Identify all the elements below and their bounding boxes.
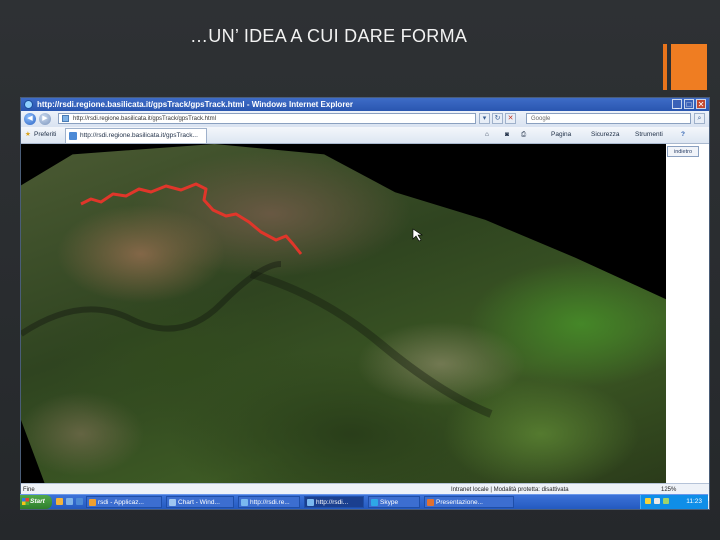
- map-overlay: [21, 182, 493, 418]
- refresh-icon[interactable]: ↻: [492, 113, 503, 124]
- taskbar-item-icon: [89, 499, 96, 506]
- accent-bar: [663, 44, 667, 90]
- tray-icon-1[interactable]: [645, 498, 651, 504]
- safety-menu[interactable]: Sicurezza: [591, 127, 620, 143]
- url-input[interactable]: http://rsdi.regione.basilicata.it/gpsTra…: [58, 113, 476, 124]
- stop-icon[interactable]: ✕: [505, 113, 516, 124]
- search-input[interactable]: Google: [526, 113, 691, 124]
- gps-track: [80, 182, 303, 255]
- search-placeholder: Google: [531, 116, 551, 122]
- taskbar-item-icon: [371, 499, 378, 506]
- windows-logo-icon: [22, 498, 29, 505]
- url-text: http://rsdi.regione.basilicata.it/gpsTra…: [73, 116, 216, 122]
- system-tray: 11:23: [640, 495, 708, 509]
- start-label: Start: [30, 498, 45, 505]
- taskbar-item-label: Chart - Wind...: [178, 499, 220, 506]
- quick-launch-folder-icon[interactable]: [56, 498, 63, 505]
- taskbar-item-icon: [169, 499, 176, 506]
- page-menu[interactable]: Pagina: [551, 127, 571, 143]
- ie-icon: [24, 100, 33, 109]
- tab-label: http://rsdi.regione.basilicata.it/gpsTra…: [80, 132, 198, 139]
- dropdown-icon[interactable]: ▾: [479, 113, 490, 124]
- back-button[interactable]: ◀: [24, 113, 36, 125]
- taskbar-item[interactable]: Chart - Wind...: [166, 496, 234, 508]
- page-icon: [62, 115, 69, 122]
- home-icon[interactable]: ⌂: [485, 127, 489, 143]
- taskbar-item[interactable]: http://rsdi.re...: [238, 496, 300, 508]
- star-icon[interactable]: ★: [25, 127, 31, 143]
- help-icon[interactable]: ?: [681, 127, 685, 143]
- page-content: indietro: [21, 144, 709, 501]
- taskbar-item-label: http://rsdi...: [316, 499, 349, 506]
- taskbar-item-label: rsdi - Applicaz...: [98, 499, 144, 506]
- tray-icon-2[interactable]: [654, 498, 660, 504]
- taskbar-item[interactable]: Presentazione...: [424, 496, 514, 508]
- taskbar: Start rsdi - Applicaz... Chart - Wind... h…: [20, 494, 708, 509]
- feeds-icon[interactable]: ◙: [505, 127, 509, 143]
- tray-icon-3[interactable]: [663, 498, 669, 504]
- mouse-cursor-icon: [412, 228, 423, 242]
- taskbar-item-label: http://rsdi.re...: [250, 499, 290, 506]
- forward-button[interactable]: ▶: [39, 113, 51, 125]
- tab-page-icon: [69, 132, 77, 140]
- slide-title: …UN’ IDEA A CUI DARE FORMA: [190, 26, 468, 46]
- taskbar-item-icon: [427, 499, 434, 506]
- river-valley: [249, 270, 493, 418]
- taskbar-item-label: Presentazione...: [436, 499, 483, 506]
- address-bar: ◀ ▶ http://rsdi.regione.basilicata.it/gp…: [21, 111, 709, 128]
- clock: 11:23: [686, 498, 702, 505]
- favorites-button[interactable]: Preferiti: [34, 127, 56, 143]
- tab-active[interactable]: http://rsdi.regione.basilicata.it/gpsTra…: [65, 128, 207, 143]
- back-side-button[interactable]: indietro: [667, 146, 699, 157]
- accent-box: [671, 44, 707, 90]
- window-titlebar[interactable]: http://rsdi.regione.basilicata.it/gpsTra…: [21, 98, 709, 111]
- taskbar-item[interactable]: http://rsdi...: [304, 496, 364, 508]
- quick-launch-ie-icon[interactable]: [76, 498, 83, 505]
- window-title: http://rsdi.regione.basilicata.it/gpsTra…: [37, 100, 353, 109]
- browser-window: http://rsdi.regione.basilicata.it/gpsTra…: [20, 97, 710, 510]
- valley-shadow: [21, 261, 282, 337]
- quick-launch-desktop-icon[interactable]: [66, 498, 73, 505]
- taskbar-item-icon: [241, 499, 248, 506]
- start-button[interactable]: Start: [20, 495, 52, 509]
- tools-menu[interactable]: Strumenti: [635, 127, 663, 143]
- minimize-button[interactable]: _: [672, 99, 682, 109]
- taskbar-item[interactable]: rsdi - Applicaz...: [86, 496, 162, 508]
- taskbar-item[interactable]: Skype: [368, 496, 420, 508]
- close-button[interactable]: ✕: [696, 99, 706, 109]
- taskbar-item-icon: [307, 499, 314, 506]
- taskbar-item-label: Skype: [380, 499, 399, 506]
- terrain-map-3d[interactable]: [21, 144, 666, 489]
- search-icon[interactable]: ⌕: [694, 113, 705, 124]
- print-icon[interactable]: ⎙: [521, 127, 526, 143]
- maximize-button[interactable]: □: [684, 99, 694, 109]
- favorites-bar: ★ Preferiti http://rsdi.regione.basilica…: [21, 127, 709, 144]
